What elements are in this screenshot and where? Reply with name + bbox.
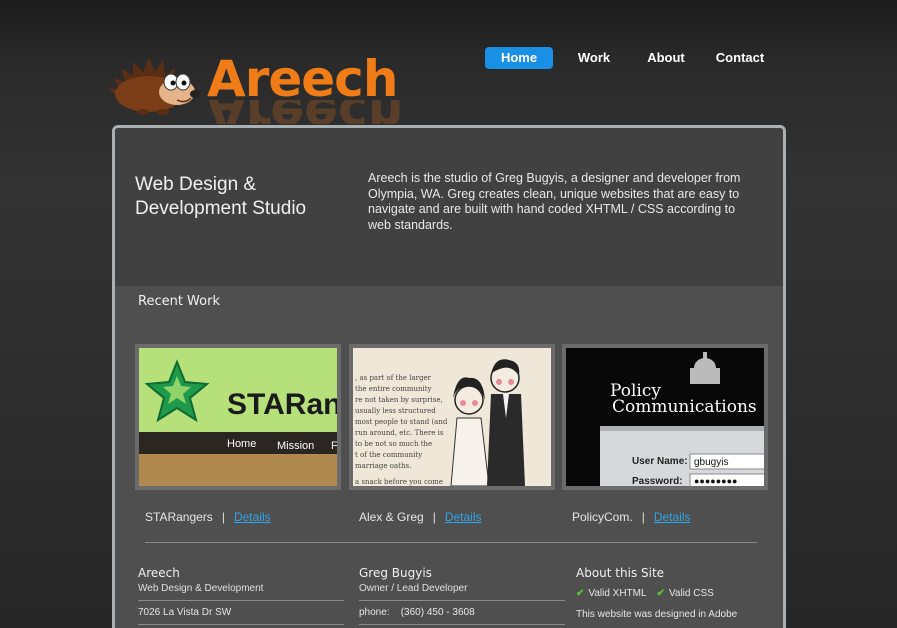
thumb-line-5: most people to stand (and [355,418,448,426]
recent-work-title: Recent Work [138,294,220,309]
thumb-starangers[interactable]: STARan Home Mission F [135,344,341,490]
footer-divider [138,624,344,625]
caption-starangers: STARangers | Details [145,510,271,524]
tagline: Web Design & Development Studio [135,173,335,221]
thumb-pass-value: ●●●●●●●● [694,476,738,486]
thumb-line-4: usually less structured [355,407,436,415]
policycom-screenshot: Policy Communications User Name: gbugyis… [566,348,764,486]
footer-address: 7026 La Vista Dr SW [138,607,232,618]
thumb-line-2: the entire community [355,385,432,393]
validation-badges: ✔ Valid XHTML ✔ Valid CSS [576,588,782,599]
checkmark-icon: ✔ [576,588,585,599]
thumb-user-value: gbugyis [694,457,728,468]
details-link-starangers[interactable]: Details [234,510,271,524]
tagline-line-1: Web Design & [135,174,257,195]
footer-divider [359,624,565,625]
checkmark-icon: ✔ [656,588,665,599]
footer-subheading: Web Design & Development [138,583,264,594]
footer-col-about: About this Site ✔ Valid XHTML ✔ Valid CSS … [576,566,782,620]
nav-about[interactable]: About [631,47,701,69]
footer-col-areech: Areech Web Design & Development 7026 La … [138,566,344,625]
caption-policycom: PolicyCom. | Details [572,510,691,524]
caption-separator: | [221,510,225,524]
site-logo[interactable]: Areech Areech [107,48,403,128]
logo-reflection: Areech [207,100,403,124]
thumb-nav-2: Mission [277,440,314,452]
thumb-user-label: User Name: [632,456,688,467]
thumb-nav-3: F [331,440,337,452]
starangers-screenshot: STARan Home Mission F [139,348,337,486]
footer-phone: phone: (360) 450 - 3608 [359,607,475,618]
thumb-line-1: , as part of the larger [355,374,432,382]
caption-name: STARangers [145,510,213,524]
caption-separator: | [641,510,645,524]
about-site-text: This website was designed in Adobe [576,609,738,620]
thumb-star-text: STARan [227,388,337,421]
thumb-pass-label: Password: [632,476,683,486]
caption-name: PolicyCom. [572,510,633,524]
thumb-alex-greg[interactable]: , as part of the larger the entire commu… [349,344,555,490]
alex-greg-screenshot: , as part of the larger the entire commu… [353,348,551,486]
thumb-policycom[interactable]: Policy Communications User Name: gbugyis… [562,344,768,490]
valid-xhtml-label: Valid XHTML [588,588,647,599]
footer-heading: Areech [138,566,180,580]
tagline-line-2: Development Studio [135,198,307,219]
footer-divider [359,600,565,601]
caption-separator: | [432,510,436,524]
recent-work-section: Recent Work STARan Home Mission F , as p… [115,286,783,546]
footer-subheading: Owner / Lead Developer [359,583,468,594]
main-nav: Home Work About Contact [485,47,777,69]
nav-contact[interactable]: Contact [703,47,777,69]
thumb-line-3: re not taken by surprise, [355,396,443,404]
hedgehog-mascot-icon [109,58,200,115]
thumb-line-7: to be not so much the [355,440,432,448]
valid-css-label: Valid CSS [668,588,714,599]
footer-heading: About this Site [576,566,665,580]
intro-paragraph: Areech is the studio of Greg Bugyis, a d… [368,171,741,232]
valid-xhtml-link[interactable]: ✔ Valid XHTML [576,588,647,599]
thumb-nav-1: Home [227,438,256,450]
caption-name: Alex & Greg [359,510,424,524]
footer-divider [138,600,344,601]
nav-home[interactable]: Home [485,47,553,69]
thumb-line-8: t of the community [355,451,422,459]
thumb-line-9: marriage oaths. [355,462,411,470]
thumb-policy-title-2: Communications [612,397,757,417]
details-link-policycom[interactable]: Details [654,510,691,524]
thumb-line-11: a snack before you come [355,478,443,486]
section-divider [145,542,757,543]
footer-col-greg: Greg Bugyis Owner / Lead Developer phone… [359,566,565,625]
details-link-alex-greg[interactable]: Details [445,510,482,524]
thumb-line-6: run around, etc. There is [355,429,444,437]
nav-work[interactable]: Work [561,47,627,69]
valid-css-link[interactable]: ✔ Valid CSS [657,588,714,599]
content-panel: Web Design & Development Studio Areech i… [112,125,786,628]
footer-section: Areech Web Design & Development 7026 La … [115,546,783,628]
caption-alex-greg: Alex & Greg | Details [359,510,482,524]
footer-heading: Greg Bugyis [359,566,432,580]
intro-section: Web Design & Development Studio Areech i… [115,128,783,286]
